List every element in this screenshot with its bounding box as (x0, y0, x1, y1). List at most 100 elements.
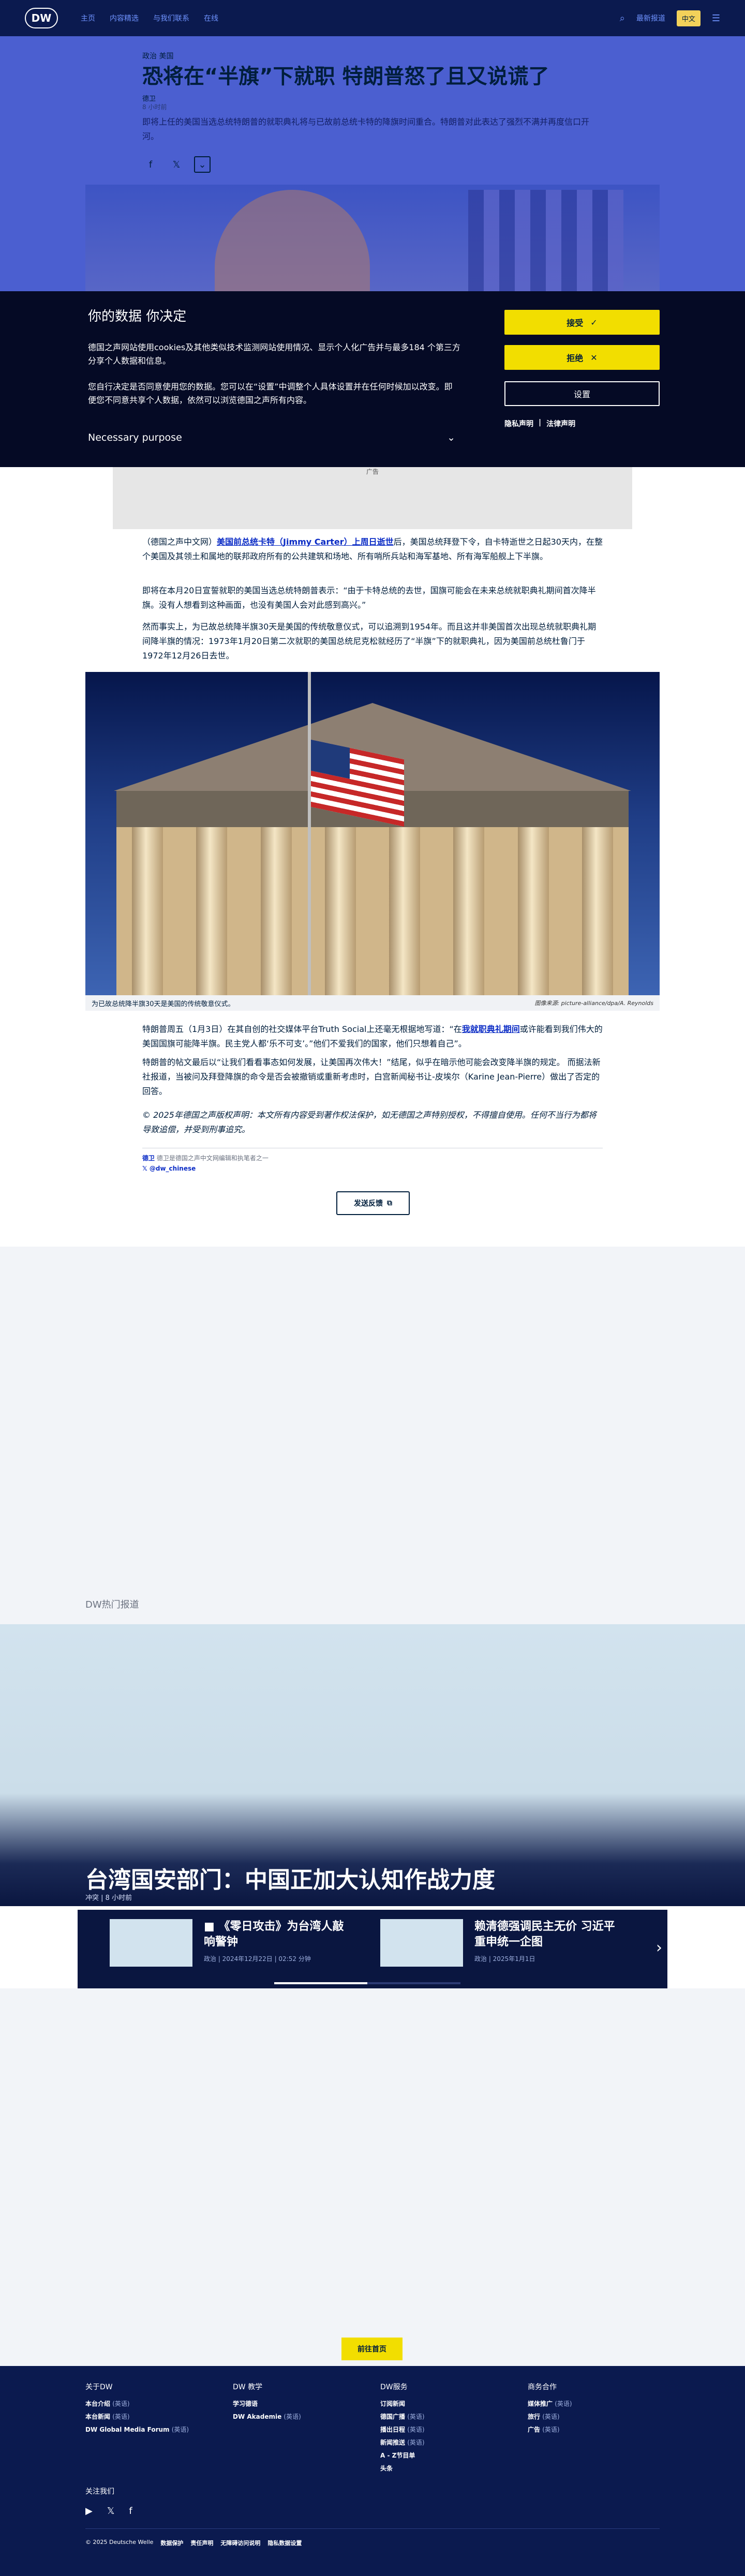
accept-label: 接受 (567, 318, 584, 328)
footer-link[interactable]: 头条 (380, 2464, 499, 2473)
footer-link[interactable]: 媒体推广 (英语) (528, 2399, 647, 2408)
footer-link[interactable]: 播出日程 (英语) (380, 2425, 499, 2434)
footer-link[interactable]: 德国广播 (英语) (380, 2412, 499, 2421)
chevron-right-icon[interactable]: › (656, 1939, 662, 1957)
top-navigation-bar: DW 主页 内容精选 与我们联系 在线 ⌕ 最新报道 中文 ☰ (0, 0, 745, 36)
article-author[interactable]: 德卫 (142, 93, 156, 103)
accessibility-link[interactable]: 无障碍访问说明 (220, 2539, 260, 2547)
link-separator: | (539, 418, 542, 427)
story-thumbnail (380, 1919, 463, 1967)
reject-button[interactable]: 拒绝 ✕ (504, 345, 660, 370)
back-to-home-button[interactable]: 前往首页 (341, 2338, 403, 2360)
x-icon[interactable]: 𝕏 (107, 2506, 115, 2517)
nav-item-home[interactable]: 主页 (81, 13, 95, 23)
feature-title[interactable]: 台湾国安部门：中国正加大认知作战力度 (85, 1861, 495, 1894)
carousel-progress (274, 1982, 460, 1984)
footer-link[interactable]: 本台新闻 (英语) (85, 2412, 204, 2421)
social-links: ▶ 𝕏 f (85, 2506, 132, 2517)
column (453, 827, 485, 995)
footer-link[interactable]: 广告 (英语) (528, 2425, 647, 2434)
image-credit: 图像来源: picture-alliance/dpa/A. Reynolds (534, 1000, 653, 1007)
footer-link[interactable]: DW Global Media Forum (英语) (85, 2425, 204, 2434)
paragraph: 特朗普周五（1月3日）在其自创的社交媒体平台Truth Social上还毫无根据… (142, 1022, 603, 1051)
twitter-handle: @dw_chinese (149, 1165, 196, 1172)
story-title: ■ 《零日攻击》为台湾人敲响警钟 (204, 1919, 354, 1950)
privacy-settings-link[interactable]: 隐私数据设置 (267, 2539, 302, 2547)
section-title: DW热门报道 (85, 1599, 139, 1610)
privacy-link[interactable]: 隐私声明 (504, 418, 533, 429)
paragraph: 即将在本月20日宣誓就职的美国当选总统特朗普表示：“由于卡特总统的去世，国旗可能… (142, 586, 596, 610)
search-icon[interactable]: ⌕ (620, 13, 625, 24)
article-title: 恐将在“半旗”下就职 特朗普怒了且又说谎了 (142, 65, 549, 88)
x-icon[interactable]: 𝕏 (168, 156, 185, 173)
story-date: 政治 | 2025年1月1日 (474, 1955, 535, 1963)
grid-icon[interactable]: ☰ (712, 13, 720, 24)
story-date: 政治 | 2024年12月22日 | 02:52 分钟 (204, 1955, 311, 1963)
story-thumbnail (110, 1919, 192, 1967)
footer-link[interactable]: 旅行 (英语) (528, 2412, 647, 2421)
follow-us-label: 关注我们 (85, 2488, 114, 2496)
footer-link[interactable]: 订阅新闻 (380, 2399, 499, 2408)
youtube-icon[interactable]: ▶ (85, 2506, 93, 2517)
footer-column-about: 关于DW 本台介绍 (英语) 本台新闻 (英语) DW Global Media… (85, 2382, 204, 2438)
footer-link[interactable]: 学习德语 (233, 2399, 352, 2408)
settings-button[interactable]: 设置 (504, 381, 660, 406)
consent-links: 隐私声明 | 法律声明 (504, 418, 575, 429)
feedback-button[interactable]: 发送反馈 ⧉ (336, 1191, 410, 1215)
author-role: 德卫是德国之声中文网编辑和执笔者之一 (156, 1155, 269, 1162)
footer-link[interactable]: A - Z节目单 (380, 2451, 499, 2460)
paragraph: 特朗普的帖文最后以“让我们看看事态如何发展，让美国再次伟大！”结尾，似乎在暗示他… (142, 1057, 601, 1096)
ad-slot[interactable]: 广告 (113, 467, 632, 529)
nav-item-online[interactable]: 在线 (204, 13, 218, 23)
facebook-icon[interactable]: f (142, 156, 159, 173)
inauguration-link[interactable]: 我就职典礼期间 (462, 1024, 520, 1034)
top-nav: 主页 内容精选 与我们联系 在线 (81, 13, 218, 23)
liability-link[interactable]: 责任声明 (190, 2539, 213, 2547)
portrait-shape (215, 190, 370, 291)
carter-death-link[interactable]: 美国前总统卡特（Jimmy Carter）上周日逝世 (217, 537, 394, 547)
dw-logo[interactable]: DW (25, 8, 58, 28)
header-tools: ⌕ 最新报道 中文 ☰ (620, 10, 720, 26)
column (389, 827, 421, 995)
footer-heading: DW服务 (380, 2383, 408, 2391)
author-name[interactable]: 德卫 (142, 1155, 155, 1162)
story-card[interactable]: 赖清德强调民主无价 习近平重申统一企图 政治 | 2025年1月1日 (380, 1919, 634, 1971)
legal-links: © 2025 Deutsche Welle 数据保护 责任声明 无障碍访问说明 … (85, 2539, 302, 2547)
footer-link[interactable]: DW Akademie (英语) (233, 2412, 352, 2421)
chevron-down-icon[interactable]: ⌄ (194, 156, 211, 173)
latest-reports-link[interactable]: 最新报道 (636, 13, 665, 23)
external-icon: ⧉ (387, 1199, 392, 1207)
article-lead: 即将上任的美国当选总统特朗普的就职典礼将与已故前总统卡特的降旗时间重合。特朗普对… (142, 117, 590, 141)
carousel-progress-fill (274, 1982, 367, 1984)
paragraph-text: 特朗普周五（1月3日）在其自创的社交媒体平台Truth Social上还毫无根据… (142, 1024, 462, 1034)
twitter-link[interactable]: 𝕏 @dw_chinese (142, 1165, 196, 1172)
article-category[interactable]: 政治 美国 (142, 51, 173, 61)
supreme-court-image (85, 672, 660, 995)
video-icon: ■ (204, 1920, 219, 1933)
paragraph: 然而事实上，为已故总统降半旗30天是美国的传统敬意仪式，可以追溯到1954年。而… (142, 622, 597, 661)
necessary-purpose-toggle[interactable]: Necessary purpose ⌄ (88, 432, 455, 443)
consent-text-2: 您自行决定是否同意使用您的数据。您可以在“设置”中调整个人具体设置并在任何时候加… (88, 382, 453, 405)
legal-link[interactable]: 法律声明 (546, 418, 575, 429)
column (582, 827, 613, 995)
footer-link[interactable]: 本台介绍 (英语) (85, 2399, 204, 2408)
consent-title: 你的数据 你决定 (88, 309, 187, 324)
recommended-section (0, 1247, 745, 1624)
story-card[interactable]: ■ 《零日攻击》为台湾人敲响警钟 政治 | 2024年12月22日 | 02:5… (110, 1919, 363, 1971)
accept-button[interactable]: 接受 ✓ (504, 310, 660, 335)
settings-label: 设置 (573, 390, 590, 399)
footer-heading: 关于DW (85, 2383, 113, 2391)
language-selector[interactable]: 中文 (676, 10, 701, 26)
feature-date: 冲突 | 8 小时前 (85, 1894, 132, 1902)
data-protection-link[interactable]: 数据保护 (160, 2539, 183, 2547)
image-caption-row: 为已故总统降半旗30天是美国的传统敬意仪式。 图像来源: picture-all… (85, 995, 660, 1011)
footer-divider (85, 2528, 660, 2529)
article-date: 8 小时前 (142, 103, 167, 111)
column (196, 827, 228, 995)
colonnade (116, 827, 629, 995)
nav-item-featured[interactable]: 内容精选 (110, 13, 139, 23)
footer-link[interactable]: 新闻推送 (英语) (380, 2438, 499, 2447)
nav-item-contact[interactable]: 与我们联系 (153, 13, 189, 23)
chevron-down-icon: ⌄ (447, 432, 455, 443)
facebook-icon[interactable]: f (129, 2506, 132, 2517)
